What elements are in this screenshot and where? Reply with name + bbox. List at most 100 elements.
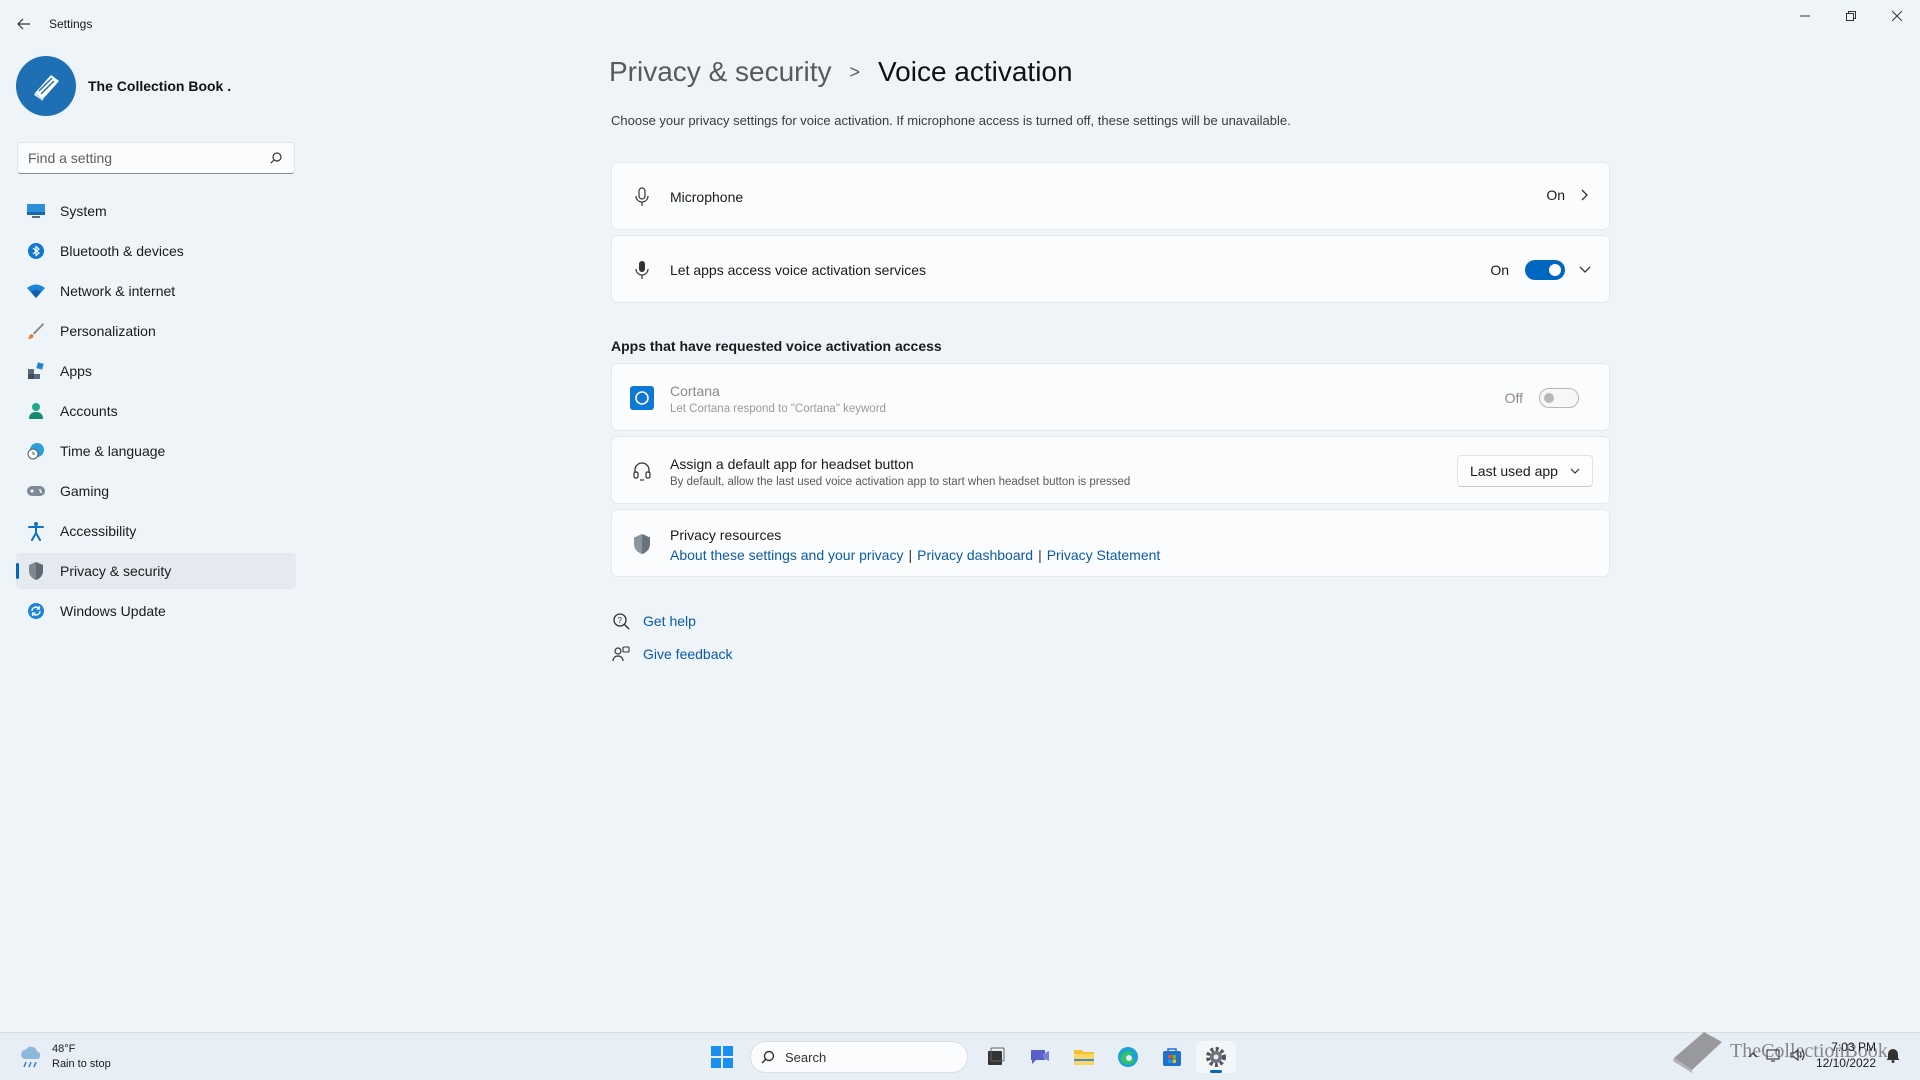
cortana-icon <box>630 386 654 410</box>
sidebar-item-label: System <box>60 203 107 219</box>
gamepad-icon <box>26 481 46 501</box>
svg-text:?: ? <box>618 616 623 625</box>
sidebar-item-label: Apps <box>60 363 92 379</box>
sidebar-item-personalization[interactable]: Personalization <box>16 313 296 349</box>
sidebar-item-label: Windows Update <box>60 603 166 619</box>
microphone-card[interactable]: Microphone On <box>611 162 1610 230</box>
window-title: Settings <box>49 17 93 31</box>
link-separator: | <box>908 547 913 563</box>
book-avatar-icon <box>16 56 76 116</box>
sidebar-item-privacy-security[interactable]: Privacy & security <box>16 553 296 589</box>
get-help-link[interactable]: Get help <box>643 613 696 629</box>
chevron-down-icon <box>1570 468 1580 474</box>
sidebar-item-label: Accessibility <box>60 523 137 539</box>
sidebar-nav: System Bluetooth & devices Network & int… <box>16 193 296 633</box>
give-feedback-link[interactable]: Give feedback <box>643 646 733 662</box>
breadcrumb-parent[interactable]: Privacy & security <box>609 56 832 88</box>
settings-search[interactable] <box>17 142 295 174</box>
shield-icon <box>26 561 46 581</box>
breadcrumb: Privacy & security > Voice activation <box>609 56 1073 88</box>
profile[interactable]: The Collection Book . <box>16 56 231 116</box>
give-feedback-row[interactable]: Give feedback <box>611 644 733 664</box>
restore-button[interactable] <box>1828 0 1874 32</box>
weather-description: Rain to stop <box>52 1058 111 1070</box>
taskbar-apps: Search <box>700 1041 1238 1073</box>
sidebar-item-windows-update[interactable]: Windows Update <box>16 593 296 629</box>
headset-card: Assign a default app for headset button … <box>611 436 1610 504</box>
voice-services-toggle[interactable] <box>1525 260 1565 280</box>
rain-cloud-icon <box>18 1045 44 1069</box>
headset-app-dropdown[interactable]: Last used app <box>1457 455 1593 487</box>
settings-gear-icon[interactable] <box>1196 1041 1236 1073</box>
apps-icon <box>26 361 46 381</box>
sidebar-item-label: Bluetooth & devices <box>60 243 184 259</box>
sidebar-item-bluetooth[interactable]: Bluetooth & devices <box>16 233 296 269</box>
headset-label: Assign a default app for headset button <box>670 456 914 472</box>
task-view-icon[interactable] <box>976 1041 1016 1073</box>
chevron-down-icon[interactable] <box>1579 266 1591 274</box>
feedback-icon <box>611 644 631 664</box>
profile-name: The Collection Book . <box>88 78 232 94</box>
headset-icon <box>630 459 654 483</box>
microphone-label: Microphone <box>670 189 744 205</box>
start-button[interactable] <box>702 1041 742 1073</box>
sidebar-item-time-language[interactable]: Time & language <box>16 433 296 469</box>
minimize-button[interactable] <box>1782 0 1828 32</box>
bluetooth-icon <box>26 241 46 261</box>
chat-icon[interactable] <box>1020 1041 1060 1073</box>
accessibility-icon <box>26 521 46 541</box>
sidebar-item-accessibility[interactable]: Accessibility <box>16 513 296 549</box>
search-icon <box>761 1050 775 1064</box>
close-button[interactable] <box>1874 0 1920 32</box>
breadcrumb-separator: > <box>849 61 861 82</box>
cortana-description: Let Cortana respond to "Cortana" keyword <box>670 403 886 415</box>
link-privacy-dashboard[interactable]: Privacy dashboard <box>917 547 1033 563</box>
back-arrow-icon[interactable] <box>12 12 36 36</box>
taskbar-search-label: Search <box>785 1049 827 1065</box>
microphone-icon <box>630 185 654 209</box>
headset-description: By default, allow the last used voice ac… <box>670 476 1131 488</box>
voice-mic-icon <box>630 258 654 282</box>
cortana-status: Off <box>1504 390 1523 406</box>
voice-services-label: Let apps access voice activation service… <box>670 262 927 278</box>
search-icon[interactable] <box>268 150 284 166</box>
person-icon <box>26 401 46 421</box>
sidebar-item-apps[interactable]: Apps <box>16 353 296 389</box>
watermark: TheCollectionBook <box>1666 1028 1888 1074</box>
cortana-label: Cortana <box>670 383 720 399</box>
privacy-resources-label: Privacy resources <box>670 527 782 543</box>
voice-services-card[interactable]: Let apps access voice activation service… <box>611 235 1610 303</box>
sidebar-item-label: Personalization <box>60 323 156 339</box>
sidebar-item-gaming[interactable]: Gaming <box>16 473 296 509</box>
microphone-status: On <box>1546 187 1565 203</box>
notification-bell-icon[interactable] <box>1886 1047 1900 1063</box>
sidebar-item-label: Accounts <box>60 403 118 419</box>
file-explorer-icon[interactable] <box>1064 1041 1104 1073</box>
sidebar-item-system[interactable]: System <box>16 193 296 229</box>
get-help-row[interactable]: ? Get help <box>611 611 696 631</box>
sidebar-item-accounts[interactable]: Accounts <box>16 393 296 429</box>
link-privacy-statement[interactable]: Privacy Statement <box>1047 547 1161 563</box>
cortana-toggle[interactable] <box>1539 388 1579 408</box>
book-watermark-icon <box>1670 1028 1726 1074</box>
shield-icon <box>630 532 654 556</box>
sidebar-item-label: Gaming <box>60 483 110 499</box>
update-icon <box>26 601 46 621</box>
sidebar-item-network[interactable]: Network & internet <box>16 273 296 309</box>
title-bar: Settings <box>0 0 1920 48</box>
page-title: Voice activation <box>878 56 1073 87</box>
sidebar-item-label: Time & language <box>60 443 166 459</box>
microsoft-store-icon[interactable] <box>1152 1041 1192 1073</box>
monitor-icon <box>26 201 46 221</box>
edge-browser-icon[interactable] <box>1108 1041 1148 1073</box>
page-description: Choose your privacy settings for voice a… <box>611 113 1291 128</box>
link-separator: | <box>1038 547 1042 563</box>
privacy-links: About these settings and your privacy | … <box>670 547 1160 563</box>
help-icon: ? <box>611 611 631 631</box>
taskbar-search[interactable]: Search <box>750 1041 968 1073</box>
globe-clock-icon <box>26 441 46 461</box>
voice-services-status: On <box>1490 262 1509 278</box>
weather-widget[interactable]: 48°F Rain to stop <box>18 1042 111 1072</box>
link-about-settings[interactable]: About these settings and your privacy <box>670 547 903 563</box>
search-input[interactable] <box>28 150 268 166</box>
